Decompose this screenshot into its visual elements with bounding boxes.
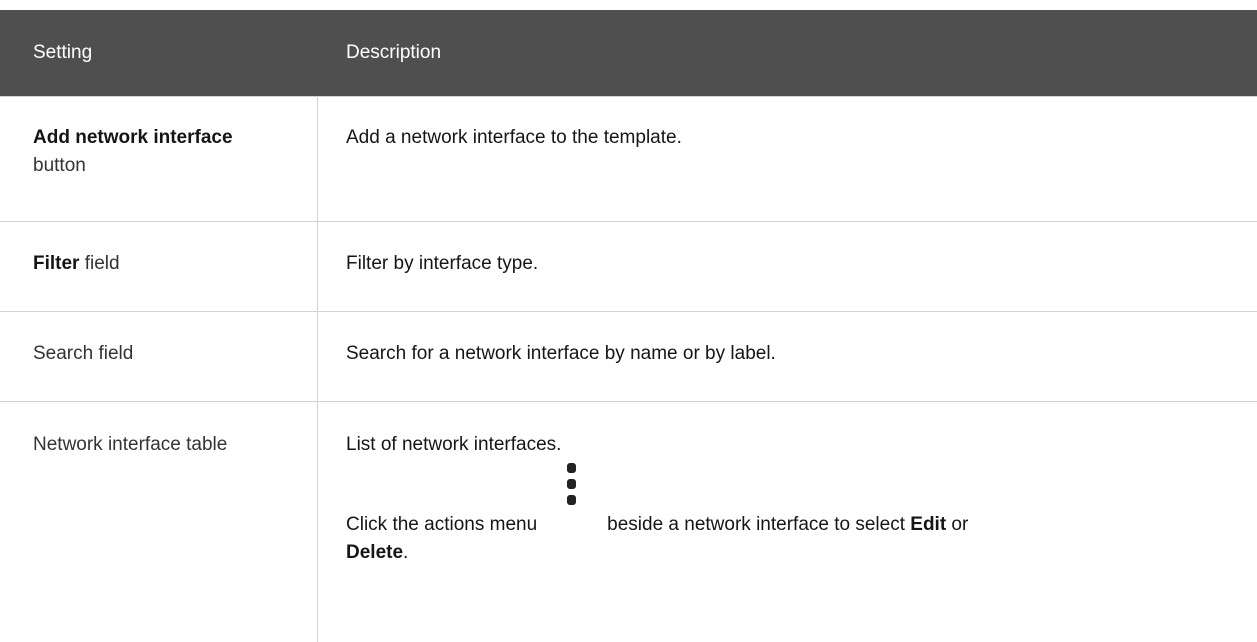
- table-row: Network interface table List of network …: [0, 402, 1257, 642]
- delete-term: Delete: [346, 542, 404, 563]
- or-text: or: [946, 514, 969, 535]
- kebab-vertical-icon: [537, 463, 607, 539]
- table-header-row: Setting Description: [0, 10, 1257, 97]
- column-header-description: Description: [346, 42, 442, 63]
- column-header-setting: Setting: [33, 42, 93, 63]
- description-text: List of network interfaces.: [346, 434, 562, 455]
- edit-term: Edit: [910, 514, 947, 535]
- settings-table: Setting Description Add network interfac…: [0, 10, 1257, 642]
- description-cell: Add a network interface to the template.: [346, 127, 682, 148]
- instruction-text: Click the actions menu: [346, 514, 538, 535]
- table-row: Add network interface button Add a netwo…: [0, 97, 1257, 222]
- setting-type: field: [79, 253, 120, 274]
- instruction-text-continued: beside a network interface to select: [607, 514, 911, 535]
- description-cell: Search for a network interface by name o…: [346, 343, 776, 364]
- period-text: .: [403, 542, 409, 563]
- setting-cell: Search field: [0, 312, 318, 401]
- table-row: Search field Search for a network interf…: [0, 312, 1257, 402]
- setting-name: Filter: [33, 253, 80, 274]
- description-cell: List of network interfaces. Click the ac…: [318, 402, 1257, 642]
- description-cell: Filter by interface type.: [346, 253, 539, 274]
- setting-cell: Add network interface button: [0, 97, 318, 221]
- setting-cell: Network interface table: [0, 402, 318, 642]
- setting-type: button: [33, 155, 86, 176]
- setting-cell: Filter field: [0, 222, 318, 311]
- table-row: Filter field Filter by interface type.: [0, 222, 1257, 312]
- setting-name: Add network interface: [33, 127, 233, 148]
- actions-instructions: Click the actions menu beside a network i…: [346, 463, 1217, 567]
